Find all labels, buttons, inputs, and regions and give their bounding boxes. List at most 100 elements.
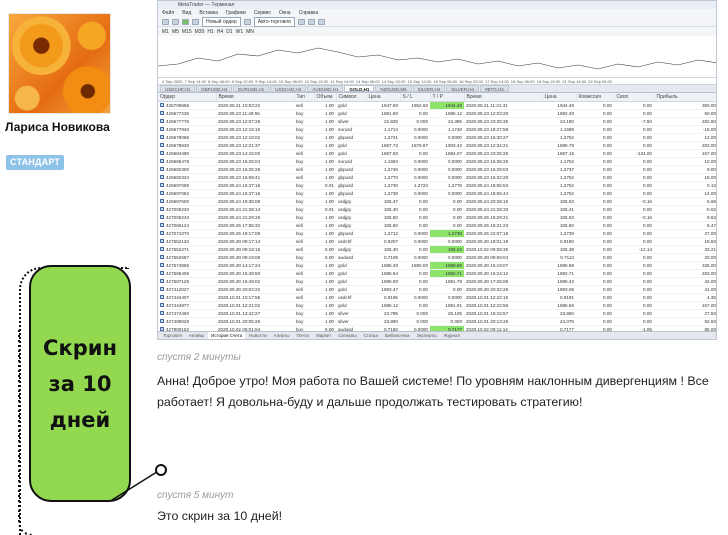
table-cell: 1.00 — [314, 109, 336, 118]
table-cell: 1.2737 — [542, 165, 576, 174]
toolbar-icon — [182, 18, 189, 25]
axis-tick-label: 4 Sep 2020 — [162, 79, 183, 84]
cell-value: usdjpy — [338, 214, 352, 220]
cell-value: 0.00 — [643, 254, 652, 260]
order-icon — [160, 119, 164, 124]
cell-value: 1886.12 — [445, 110, 462, 116]
table-cell: 157.00 — [654, 301, 716, 310]
table-cell: 0.0000 — [400, 229, 430, 238]
cell-value: 0.0000 — [413, 166, 428, 172]
cell-value: 1.2752 — [559, 190, 574, 196]
table-cell: 203.00 — [654, 141, 716, 150]
cell-value: 2020.10.01 20:05:26 — [218, 318, 261, 324]
table-cell: 2020.09.23 12:34:21 — [464, 141, 542, 150]
cell-value: 1.00 — [325, 126, 334, 132]
table-cell: 328.00 — [654, 261, 716, 270]
order-icon — [160, 103, 164, 108]
table-cell: sell — [294, 173, 314, 182]
cell-value: eurusd — [338, 158, 353, 164]
cell-value: 2020.10.01 20:13:26 — [466, 318, 509, 324]
cell-value: 2020.09.23 16:36:25 — [466, 158, 509, 164]
axis-tick-label: 18 Sep 22:00 — [536, 79, 561, 84]
table-cell: usdjpy — [336, 213, 366, 222]
order-icon — [160, 159, 164, 164]
cell-value: 0.00 — [643, 190, 652, 196]
cell-value: gold — [338, 286, 347, 292]
table-cell: 2020.09.25 18:21:23 — [464, 221, 542, 230]
axis-tick-label: 17 Sep 14:00 — [484, 79, 509, 84]
cell-value: buy — [296, 214, 304, 220]
table-cell: 427006220 — [158, 205, 216, 214]
table-cell: 0.00 — [576, 141, 614, 150]
cell-value: 20.00 — [704, 254, 717, 260]
user-name[interactable]: Лариса Новикова — [5, 120, 125, 135]
table-cell: 0.00 — [614, 253, 654, 262]
cell-value: -0.16 — [641, 198, 652, 204]
table-cell: 426697082 — [158, 189, 216, 198]
table-cell: 427587125 — [158, 277, 216, 286]
table-cell: 1.2752 — [542, 189, 576, 198]
table-cell: 427444977 — [158, 301, 216, 310]
chart-tab: SILVER,H4 — [412, 85, 446, 92]
table-cell: 2020.09.30 09:59:04 — [464, 253, 542, 262]
table-cell: 0.00 — [576, 213, 614, 222]
table-cell: 2020.09.24 21:29:29 — [216, 213, 294, 222]
cell-value: 2020.09.21 10:53:22 — [218, 102, 261, 108]
table-cell: 426697600 — [158, 197, 216, 206]
cell-value: 42.00 — [704, 278, 717, 284]
table-cell: 2020.10.01 10:17:55 — [216, 293, 294, 302]
cell-value: 92.50 — [704, 318, 717, 324]
price-chart — [158, 36, 716, 78]
table-cell: 427066124 — [158, 221, 216, 230]
table-cell: 2020.09.25 22:07:18 — [464, 229, 542, 238]
cell-value: 0.00 — [603, 142, 612, 148]
table-cell: 2020.09.30 16:24:12 — [464, 269, 542, 278]
order-icon — [160, 215, 164, 220]
table-cell: 283.00 — [654, 269, 716, 278]
cell-value: 0.00 — [643, 206, 652, 212]
cell-value: 2020.09.25 19:17:09 — [218, 230, 261, 236]
cell-value: 1.00 — [325, 286, 334, 292]
cell-value: 1891.01 — [445, 302, 462, 308]
cell-value: buy — [296, 190, 304, 196]
cell-value: 1888.00 — [381, 278, 398, 284]
cell-value: 1882.30 — [557, 110, 574, 116]
cell-value: buy — [296, 262, 304, 268]
table-cell: 0.00 — [400, 149, 430, 158]
order-icon — [160, 263, 164, 268]
table-cell: 1882.71 — [542, 269, 576, 278]
table-cell: 0.00 — [400, 277, 430, 286]
cell-value: buy — [296, 198, 304, 204]
avatar[interactable] — [8, 13, 111, 114]
cell-value: 328.00 — [701, 262, 716, 268]
cell-value: 0.00 — [419, 110, 428, 116]
table-cell: 2020.09.24 21:28:33 — [464, 205, 542, 214]
order-icon — [160, 127, 164, 132]
table-cell: 0.00 — [576, 181, 614, 190]
cell-value: 0.00 — [603, 126, 612, 132]
table-cell: gold — [336, 261, 366, 270]
cell-value: usdjpy — [338, 206, 352, 212]
cell-value: 2020.09.23 15:25:04 — [218, 158, 261, 164]
history-table: Ордер Время Тип Объем Символ Цена S / LT / P Вр… — [158, 93, 717, 339]
toolbar-icon — [162, 18, 169, 25]
cell-value: 18.00 — [704, 174, 717, 180]
table-cell: 0.7109 — [366, 253, 400, 262]
table-cell: 0.0000 — [430, 237, 464, 246]
callout-text: Скрин за 10 дней — [43, 335, 117, 432]
cell-value: 5.00 — [325, 254, 334, 260]
table-cell: 0.00 — [614, 133, 654, 142]
table-cell: 0.00 — [576, 197, 614, 206]
cell-value: 0.00 — [419, 246, 428, 252]
table-cell: 0.000 — [400, 317, 430, 326]
autotrading-button: Авто-торговля — [253, 16, 295, 27]
table-cell: 0.0000 — [430, 293, 464, 302]
menu-item: Вид — [182, 10, 192, 16]
table-cell: 0.00 — [576, 157, 614, 166]
cell-value: 1.00 — [325, 158, 334, 164]
cell-value: gold — [338, 142, 347, 148]
table-cell: 1879.87 — [400, 141, 430, 150]
cell-value: 0.00 — [603, 230, 612, 236]
cell-value: 0.00 — [603, 206, 612, 212]
cell-value: 0.00 — [643, 158, 652, 164]
